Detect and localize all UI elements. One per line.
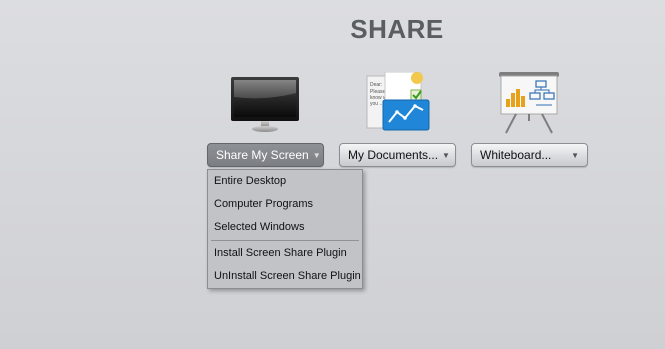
chevron-down-icon: ▼ <box>312 150 321 160</box>
share-screen-dropdown-menu: Entire Desktop Computer Programs Selecte… <box>207 169 363 289</box>
chevron-down-icon: ▼ <box>571 150 579 160</box>
whiteboard-label: Whiteboard... <box>480 148 552 162</box>
svg-text:Dear:: Dear: <box>370 82 382 88</box>
share-my-screen-label: Share My Screen <box>216 148 309 162</box>
page-title: SHARE <box>350 14 444 44</box>
menu-item-selected-windows[interactable]: Selected Windows <box>208 216 362 239</box>
my-documents-label: My Documents... <box>348 148 439 162</box>
whiteboard-button[interactable]: Whiteboard... ▼ <box>471 143 588 167</box>
monitor-icon[interactable] <box>230 75 300 140</box>
share-my-screen-button[interactable]: Share My Screen ▼ <box>207 143 324 167</box>
svg-text:you ...: you ... <box>370 101 384 107</box>
chevron-down-icon: ▼ <box>442 150 450 160</box>
menu-item-computer-programs[interactable]: Computer Programs <box>208 193 362 216</box>
documents-icon[interactable]: Dear: Please let me know when you ... <box>365 71 431 139</box>
menu-divider <box>211 240 359 241</box>
whiteboard-icon[interactable] <box>496 71 562 140</box>
menu-item-install-plugin[interactable]: Install Screen Share Plugin <box>208 242 362 265</box>
menu-item-entire-desktop[interactable]: Entire Desktop <box>208 170 362 193</box>
my-documents-button[interactable]: My Documents... ▼ <box>339 143 456 167</box>
menu-item-uninstall-plugin[interactable]: UnInstall Screen Share Plugin <box>208 265 362 288</box>
